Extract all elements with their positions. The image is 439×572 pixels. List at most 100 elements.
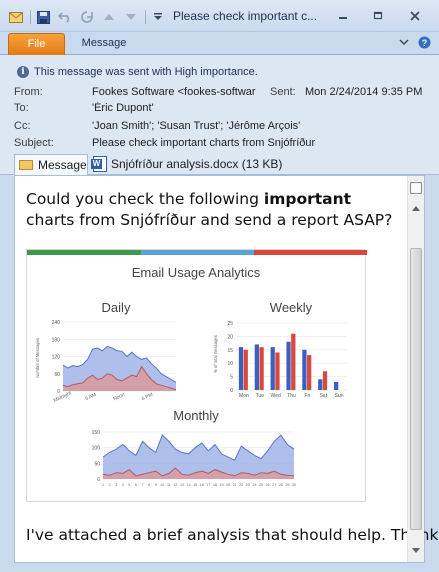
x-tick-label: 23 xyxy=(246,483,250,487)
y-tick-label: 50 xyxy=(94,461,100,467)
sent-label: Sent: xyxy=(270,86,296,98)
x-tick-label: 6 xyxy=(135,483,137,487)
tab-file[interactable]: File xyxy=(8,33,65,55)
x-tick-label: Mon xyxy=(239,393,249,399)
x-tick-label: 8 xyxy=(148,483,150,487)
x-tick-label: 5 xyxy=(128,483,130,487)
message-tab-label: Message xyxy=(38,158,87,172)
previous-item-icon[interactable] xyxy=(101,9,117,25)
title-bar: Please check important c... xyxy=(0,0,439,32)
x-tick-label: 26 xyxy=(266,483,270,487)
undo-icon[interactable] xyxy=(57,9,73,25)
chart-title-daily: Daily xyxy=(102,300,131,315)
redo-icon[interactable] xyxy=(79,9,95,25)
bar xyxy=(291,333,296,390)
bar xyxy=(286,341,291,390)
y-tick-label: 180 xyxy=(52,337,61,343)
x-tick-label: 12 xyxy=(173,483,177,487)
analytics-charts: Email Usage Analytics Daily Number of Mes… xyxy=(35,265,347,487)
message-body[interactable]: Could you check the following important … xyxy=(14,175,439,563)
envelope-icon[interactable] xyxy=(8,9,24,25)
x-tick-label: 27 xyxy=(272,483,276,487)
y-tick-label: 0 xyxy=(230,388,233,394)
attachment-file[interactable]: Snjófríður analysis.docx (13 KB) xyxy=(91,155,283,173)
close-icon[interactable] xyxy=(406,9,424,23)
importance-notice: i This message was sent with High import… xyxy=(17,66,258,78)
tab-message[interactable]: Message xyxy=(71,33,137,55)
window-title: Please check important c... xyxy=(173,9,318,23)
customize-toolbar-icon[interactable] xyxy=(150,9,166,25)
x-tick-label: Sun xyxy=(335,393,344,399)
y-tick-label: 15 xyxy=(227,348,233,354)
bar xyxy=(302,349,307,390)
quick-access-toolbar xyxy=(8,9,172,25)
scrollbar-thumb[interactable] xyxy=(410,248,422,530)
chevron-down-icon[interactable] xyxy=(398,36,410,52)
analytics-infographic: Email Usage Analytics Daily Number of Mes… xyxy=(26,249,367,502)
attachment-file-label: Snjófríður analysis.docx (13 KB) xyxy=(111,157,283,171)
x-tick-label: 18 xyxy=(213,483,217,487)
svg-text:?: ? xyxy=(422,38,428,48)
y-tick-label: 25 xyxy=(227,321,233,327)
x-tick-label: 3 xyxy=(115,483,117,487)
minimize-icon[interactable] xyxy=(334,9,352,23)
x-tick-label: 6 AM xyxy=(84,392,97,402)
from-value[interactable]: Fookes Software <fookes-softwar xyxy=(92,86,264,98)
body-intro-text: Could you check the following xyxy=(26,190,264,208)
body-intro-text-2: charts from Snjófríður and send a report… xyxy=(26,211,393,229)
bar xyxy=(333,381,339,390)
help-icon[interactable]: ? xyxy=(418,36,431,52)
scroll-down-icon[interactable] xyxy=(412,548,420,553)
y-tick-label: 20 xyxy=(227,334,233,340)
bar xyxy=(254,344,259,390)
x-tick-label: 13 xyxy=(180,483,184,487)
y-tick-label: 10 xyxy=(227,361,233,367)
x-tick-label: Midnight xyxy=(53,390,73,404)
vertical-scrollbar[interactable] xyxy=(407,176,424,562)
message-tab[interactable]: Message xyxy=(14,154,88,175)
bar xyxy=(322,371,328,390)
x-tick-label: Noon xyxy=(112,392,126,403)
bar xyxy=(307,355,312,390)
y-tick-label: 240 xyxy=(52,320,61,326)
subject-label: Subject: xyxy=(14,137,54,149)
save-icon[interactable] xyxy=(35,9,51,25)
envelope-icon xyxy=(19,160,33,170)
info-icon: i xyxy=(17,66,29,78)
y-axis-label: Number of Messages xyxy=(35,338,40,378)
x-tick-label: 6 PM xyxy=(141,392,154,402)
x-tick-label: 28 xyxy=(279,483,283,487)
x-tick-label: Tue xyxy=(256,393,265,399)
x-tick-label: 14 xyxy=(187,483,191,487)
attachment-bar: Message Snjófríður analysis.docx (13 KB) xyxy=(0,153,439,175)
x-tick-label: 29 xyxy=(285,483,289,487)
x-tick-label: 10 xyxy=(160,483,164,487)
bar xyxy=(238,347,244,390)
importance-text: This message was sent with High importan… xyxy=(34,66,258,78)
next-item-icon[interactable] xyxy=(123,9,139,25)
x-tick-label: 20 xyxy=(226,483,230,487)
x-tick-label: 25 xyxy=(259,483,263,487)
restore-icon[interactable] xyxy=(369,9,387,23)
x-tick-label: 24 xyxy=(252,483,256,487)
x-tick-label: 9 xyxy=(155,483,157,487)
x-tick-label: Thu xyxy=(287,393,296,399)
reading-pane-icon[interactable] xyxy=(410,182,422,194)
x-tick-label: 17 xyxy=(206,483,210,487)
body-intro: Could you check the following important … xyxy=(26,189,396,231)
y-tick-label: 150 xyxy=(92,430,101,436)
x-tick-label: Fri xyxy=(304,393,310,399)
word-document-icon xyxy=(91,156,107,172)
message-header: i This message was sent with High import… xyxy=(0,55,439,153)
scroll-up-icon[interactable] xyxy=(412,206,420,211)
y-tick-label: 0 xyxy=(97,477,100,483)
x-tick-label: 2 xyxy=(109,483,111,487)
y-axis-label: % of total messages xyxy=(213,335,218,373)
cc-value[interactable]: 'Joan Smith'; 'Susan Trust'; 'Jérôme Arç… xyxy=(92,120,300,132)
toolbar-separator xyxy=(145,10,146,24)
x-tick-label: 7 xyxy=(142,483,144,487)
body-closing: I've attached a brief analysis that shou… xyxy=(26,526,439,544)
to-value[interactable]: 'Éric Dupont' xyxy=(92,102,154,114)
sent-value: Mon 2/24/2014 9:35 PM xyxy=(305,86,423,98)
infographic-title: Email Usage Analytics xyxy=(132,265,261,280)
